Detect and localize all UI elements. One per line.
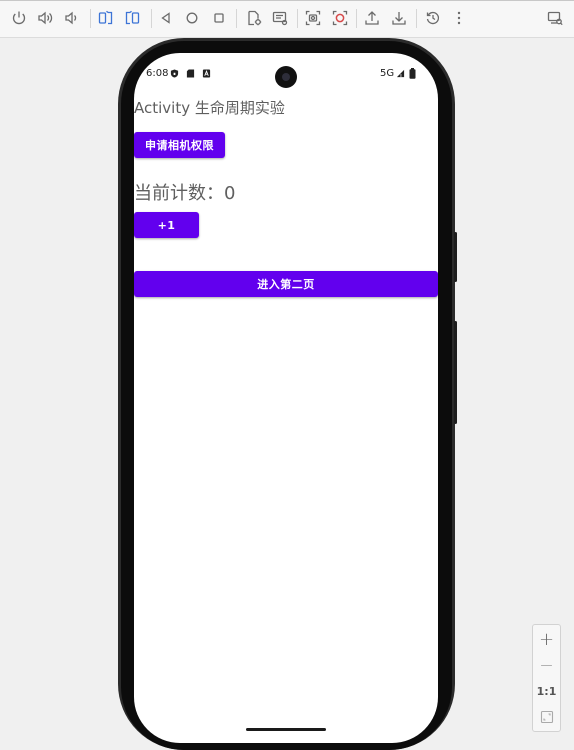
power-side-button: [454, 232, 457, 282]
toolbar-separator: [356, 9, 357, 28]
snapshot-icon[interactable]: [303, 8, 323, 28]
network-type: 5G: [380, 68, 395, 79]
power-icon[interactable]: [9, 8, 29, 28]
fit-screen-icon[interactable]: [533, 705, 560, 729]
rotate-right-icon[interactable]: [122, 8, 142, 28]
toolbar-top-border: [0, 0, 574, 1]
volume-up-icon[interactable]: [35, 8, 55, 28]
overview-icon[interactable]: [209, 8, 229, 28]
signal-icon: [396, 69, 405, 78]
zoom-out-button[interactable]: —: [533, 653, 560, 677]
toolbar-separator: [236, 9, 237, 28]
device-manager-icon[interactable]: [545, 8, 565, 28]
volume-down-icon[interactable]: [61, 8, 81, 28]
screen-record-icon[interactable]: [270, 8, 290, 28]
toolbar-separator: [416, 9, 417, 28]
counter-text: 当前计数：0: [134, 183, 236, 204]
battery-icon: [409, 68, 416, 79]
home-icon[interactable]: [182, 8, 202, 28]
phone-screen: 6:08 5G Activity 生命周期实验 申请相机权限 当前计数：0 +1…: [134, 53, 438, 743]
back-icon[interactable]: [156, 8, 176, 28]
more-icon[interactable]: [449, 8, 469, 28]
increment-button[interactable]: +1: [134, 212, 199, 238]
toolbar-separator: [90, 9, 91, 28]
zoom-panel: + — 1:1: [532, 624, 561, 732]
zoom-in-button[interactable]: +: [533, 627, 560, 651]
emulator-toolbar: [0, 0, 574, 38]
import-icon[interactable]: [389, 8, 409, 28]
screenshot-settings-icon[interactable]: [244, 8, 264, 28]
volume-side-button: [454, 321, 457, 424]
request-camera-permission-button[interactable]: 申请相机权限: [134, 132, 225, 158]
rotate-left-icon[interactable]: [96, 8, 116, 28]
history-icon[interactable]: [423, 8, 443, 28]
page-title: Activity 生命周期实验: [134, 99, 285, 117]
toolbar-separator: [297, 9, 298, 28]
next-page-button[interactable]: 进入第二页: [134, 271, 438, 297]
export-icon[interactable]: [362, 8, 382, 28]
sd-card-icon: [186, 69, 195, 78]
shield-icon: [170, 69, 179, 78]
notification-icon: [202, 69, 211, 78]
record-icon[interactable]: [330, 8, 350, 28]
status-time: 6:08: [146, 68, 169, 79]
gesture-nav-bar[interactable]: [246, 728, 326, 731]
front-camera: [275, 66, 297, 88]
toolbar-separator: [151, 9, 152, 28]
actual-size-button[interactable]: 1:1: [533, 679, 560, 703]
